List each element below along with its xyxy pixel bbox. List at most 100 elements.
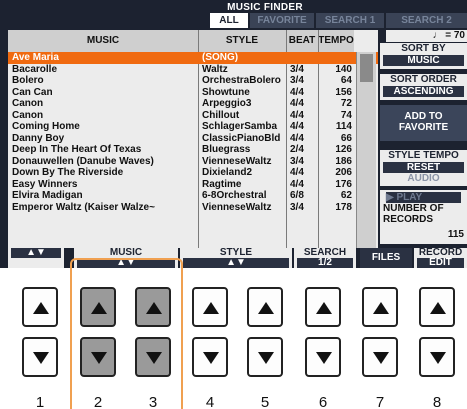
- arrow-up-icon: [373, 302, 389, 314]
- button-column-2: [78, 287, 118, 383]
- style-tempo-reset: RESET: [383, 162, 464, 173]
- table-row[interactable]: Canon Chillout 4/4 74: [8, 110, 378, 122]
- record-edit-button[interactable]: RECORD EDIT: [414, 248, 467, 268]
- arrow-up-icon: [430, 302, 446, 314]
- cell-music: Bacarolle: [12, 63, 58, 75]
- button-number-6: 6: [318, 394, 328, 409]
- files-button[interactable]: FILES: [360, 248, 412, 268]
- arrows-1: ▲▼: [11, 248, 61, 258]
- cell-style: Showtune: [202, 86, 250, 98]
- style-tempo-button[interactable]: STYLE TEMPO RESET AUDIO: [380, 150, 467, 186]
- style-tempo-label: STYLE TEMPO: [388, 150, 459, 161]
- cell-beat: 4/4: [290, 132, 304, 144]
- tab-favorite[interactable]: FAVORITE: [250, 13, 314, 28]
- arrow-up-icon: [316, 302, 332, 314]
- sort-order-value: ASCENDING: [383, 86, 464, 97]
- tab-search-1[interactable]: SEARCH 1: [316, 13, 384, 28]
- table-row[interactable]: Danny Boy ClassicPianoBld 4/4 66: [8, 133, 378, 145]
- arrow-down-icon: [258, 352, 274, 364]
- table-row[interactable]: Coming Home SchlagerSamba 4/4 114: [8, 121, 378, 133]
- cell-style: 6-8Orchestral: [202, 190, 267, 201]
- arrow-down-icon: [91, 352, 107, 364]
- down-button-2[interactable]: [80, 337, 116, 377]
- arrow-down-icon: [430, 352, 446, 364]
- cell-music: Can Can: [12, 86, 53, 98]
- style-scroll-button[interactable]: STYLE ▲▼: [180, 248, 292, 268]
- cell-music: Down By The Riverside: [12, 167, 124, 178]
- arrow-up-icon: [258, 302, 274, 314]
- table-row[interactable]: Elvira Madigan 6-8Orchestral 6/8 62: [8, 190, 378, 202]
- table-row[interactable]: Deep In The Heart Of Texas Bluegrass 2/4 12…: [8, 144, 378, 156]
- search-button[interactable]: SEARCH 1/2: [294, 248, 356, 268]
- arrow-down-icon: [203, 352, 219, 364]
- add-to-favorite-button[interactable]: ADD TO FAVORITE: [380, 105, 467, 141]
- cell-tempo: 126: [335, 144, 352, 155]
- tempo-readout: ♩ = 70: [386, 30, 467, 42]
- scrollbar-thumb[interactable]: [360, 54, 373, 82]
- list-scrollbar[interactable]: [356, 52, 376, 248]
- down-button-5[interactable]: [247, 337, 283, 377]
- scroll-arrows-1[interactable]: ▲▼: [8, 248, 64, 268]
- up-button-4[interactable]: [192, 287, 228, 327]
- cell-style: Chillout: [202, 109, 240, 121]
- table-row[interactable]: Canon Arpeggio3 4/4 72: [8, 98, 378, 110]
- button-number-8: 8: [432, 394, 442, 409]
- sort-by-value: MUSIC: [383, 55, 464, 66]
- search-value: 1/2: [297, 258, 353, 268]
- cell-style: VienneseWaltz: [202, 201, 272, 213]
- table-row[interactable]: Can Can Showtune 4/4 156: [8, 87, 378, 99]
- cell-music: Canon: [12, 109, 44, 121]
- audio-play-button[interactable]: ▶ PLAY: [386, 192, 461, 203]
- up-button-1[interactable]: [22, 287, 58, 327]
- cell-style: ClassicPianoBld: [202, 132, 281, 144]
- column-header-style[interactable]: STYLE: [198, 30, 286, 52]
- button-number-3: 3: [148, 394, 158, 409]
- down-button-1[interactable]: [22, 337, 58, 377]
- button-column-8: [417, 287, 457, 383]
- down-button-7[interactable]: [362, 337, 398, 377]
- sort-order-button[interactable]: SORT ORDER ASCENDING: [380, 74, 467, 100]
- button-number-1: 1: [35, 394, 45, 409]
- cell-tempo: 178: [335, 201, 352, 213]
- up-button-5[interactable]: [247, 287, 283, 327]
- up-button-6[interactable]: [305, 287, 341, 327]
- arrow-down-icon: [373, 352, 389, 364]
- cell-beat: 3/4: [290, 155, 304, 167]
- cell-tempo: 114: [335, 121, 352, 132]
- cell-beat: 3/4: [290, 201, 304, 213]
- up-button-8[interactable]: [419, 287, 455, 327]
- arrow-down-icon: [33, 352, 49, 364]
- column-header-tempo[interactable]: TEMPO: [318, 30, 354, 52]
- records-label-1: NUMBER OF: [383, 203, 444, 214]
- cell-music: Coming Home: [12, 121, 80, 132]
- table-row[interactable]: Donauwellen (Danube Waves) VienneseWaltz 3…: [8, 156, 378, 168]
- table-row[interactable]: Bolero OrchestraBolero 3/4 64: [8, 75, 378, 87]
- up-button-7[interactable]: [362, 287, 398, 327]
- sort-by-button[interactable]: SORT BY MUSIC: [380, 43, 467, 69]
- add-favorite-line-1: ADD TO: [404, 111, 443, 122]
- down-button-6[interactable]: [305, 337, 341, 377]
- down-button-8[interactable]: [419, 337, 455, 377]
- table-row[interactable]: Bacarolle Waltz 3/4 140: [8, 64, 378, 76]
- table-row[interactable]: Easy Winners Ragtime 4/4 176: [8, 179, 378, 191]
- column-header-beat[interactable]: BEAT: [286, 30, 318, 52]
- tab-search-2[interactable]: SEARCH 2: [386, 13, 467, 28]
- table-row[interactable]: Down By The Riverside Dixieland2 4/4 206: [8, 167, 378, 179]
- table-row[interactable]: Emperor Waltz (Kaiser Walze~ VienneseWalt…: [8, 202, 378, 214]
- table-row[interactable]: Ave Maria (SONG): [8, 52, 378, 64]
- tab-all[interactable]: ALL: [210, 13, 248, 28]
- column-header-music[interactable]: MUSIC: [8, 30, 198, 52]
- up-button-3[interactable]: [135, 287, 171, 327]
- cell-style: Ragtime: [202, 178, 242, 190]
- cell-tempo: 64: [340, 75, 352, 86]
- cell-beat: 4/4: [290, 121, 304, 132]
- cell-music: Elvira Madigan: [12, 190, 83, 201]
- up-button-2[interactable]: [80, 287, 116, 327]
- lcd-screen: MUSIC FINDER ALL FAVORITE SEARCH 1 SEARC…: [0, 0, 467, 268]
- down-button-4[interactable]: [192, 337, 228, 377]
- button-column-6: [303, 287, 343, 383]
- cell-beat: 2/4: [290, 144, 304, 155]
- down-button-3[interactable]: [135, 337, 171, 377]
- arrow-down-icon: [316, 352, 332, 364]
- cell-style: (SONG): [202, 52, 239, 63]
